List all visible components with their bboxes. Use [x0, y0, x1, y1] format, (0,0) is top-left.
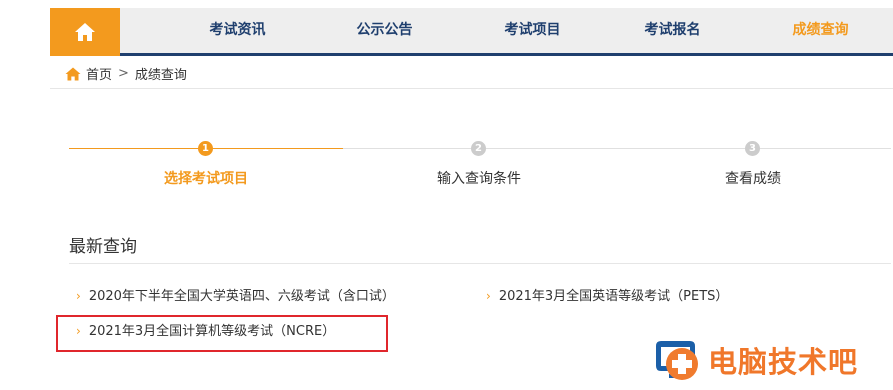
- step-2-label: 输入查询条件: [437, 171, 521, 187]
- top-nav: 考试资讯 公示公告 考试项目 考试报名 成绩查询: [50, 8, 893, 56]
- query-item-cet[interactable]: › 2020年下半年全国大学英语四、六级考试（含口试）: [76, 285, 395, 304]
- query-item-label: 2020年下半年全国大学英语四、六级考试（含口试）: [88, 289, 395, 304]
- chevron-right-icon: ›: [486, 289, 491, 303]
- page: 考试资讯 公示公告 考试项目 考试报名 成绩查询 首页 > 成绩查询 1 2 3…: [0, 0, 893, 390]
- query-item-pets[interactable]: › 2021年3月全国英语等级考试（PETS）: [486, 285, 728, 304]
- step-3-label: 查看成绩: [725, 171, 781, 187]
- chevron-right-icon: ›: [76, 289, 81, 303]
- step-1-label: 选择考试项目: [164, 171, 248, 187]
- watermark-text: 电脑技术吧: [708, 345, 859, 379]
- query-item-label: 2021年3月全国英语等级考试（PETS）: [498, 289, 729, 304]
- nav-item-exam-news[interactable]: 考试资讯: [200, 8, 275, 53]
- home-button[interactable]: [50, 8, 120, 56]
- nav-item-announcements[interactable]: 公示公告: [347, 8, 422, 53]
- step-2-badge: 2: [471, 141, 486, 156]
- latest-queries-title: 最新查询: [69, 237, 137, 257]
- highlight-box: [56, 315, 388, 352]
- divider: [69, 263, 891, 264]
- nav-item-exam-projects[interactable]: 考试项目: [495, 8, 570, 53]
- medical-computer-logo-icon: [656, 341, 698, 380]
- nav-item-registration[interactable]: 考试报名: [635, 8, 710, 53]
- step-3-badge: 3: [745, 141, 760, 156]
- step-progress-line: [343, 148, 891, 149]
- home-icon: [65, 67, 81, 80]
- breadcrumb-home-link[interactable]: 首页: [86, 64, 112, 83]
- breadcrumb: 首页 > 成绩查询: [50, 59, 893, 89]
- breadcrumb-separator: >: [118, 66, 129, 81]
- home-icon: [75, 23, 95, 41]
- watermark: 电脑技术吧: [652, 336, 892, 384]
- step-1-badge: 1: [198, 141, 213, 156]
- nav-item-score-query[interactable]: 成绩查询: [783, 8, 858, 53]
- breadcrumb-current: 成绩查询: [134, 68, 187, 83]
